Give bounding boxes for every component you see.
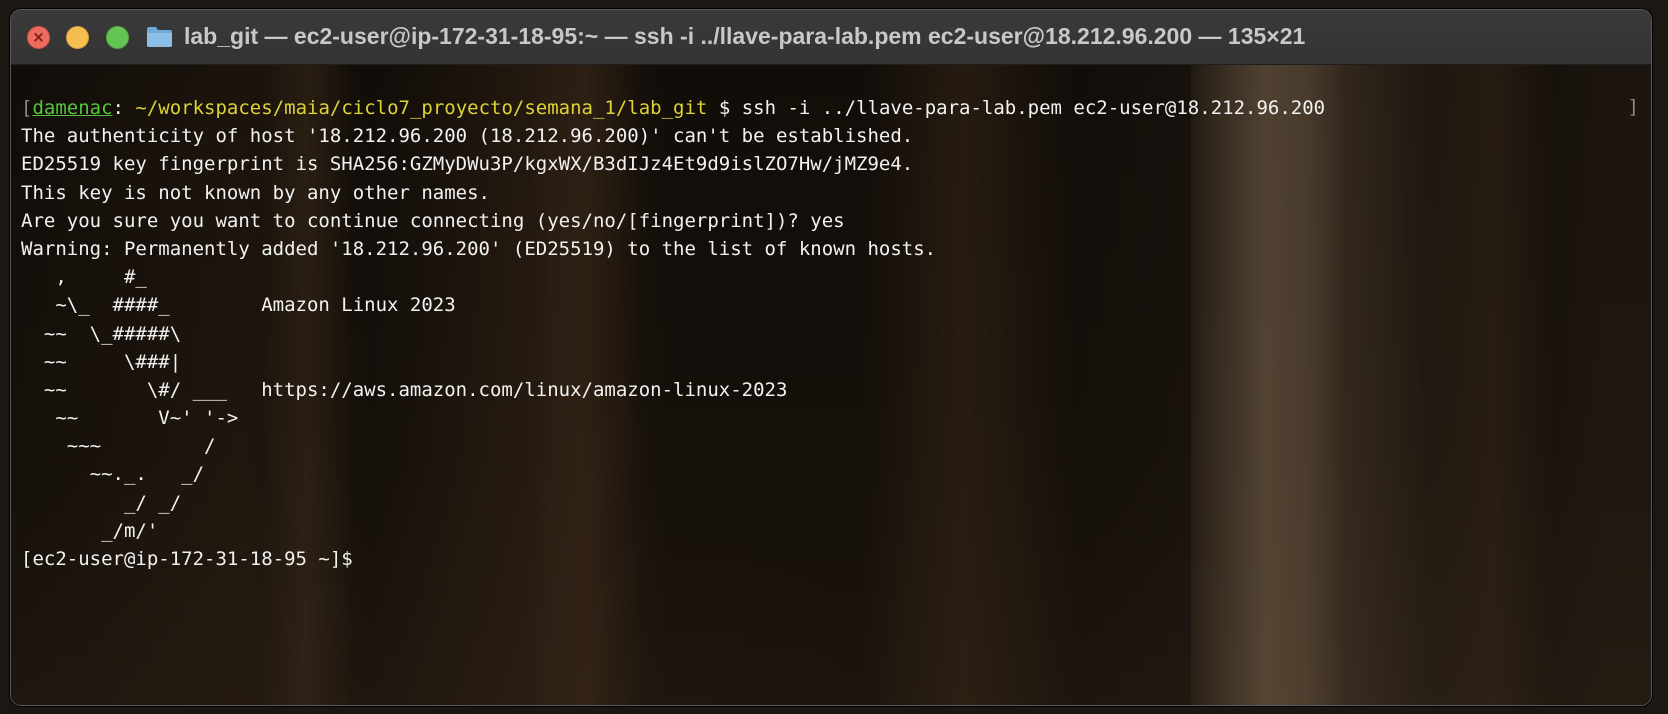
- minimize-button[interactable]: [66, 26, 89, 49]
- ascii-art-line: , #_: [21, 266, 147, 289]
- close-icon: ×: [32, 28, 45, 46]
- window-title: lab_git — ec2-user@ip-172-31-18-95:~ — s…: [184, 23, 1306, 49]
- prompt-open-bracket: [: [21, 97, 33, 119]
- output-line: This key is not known by any other names…: [21, 181, 490, 204]
- prompt-colon: :: [112, 97, 136, 119]
- ascii-art-line: ~~ \_#####\: [21, 322, 182, 345]
- ascii-art-line: ~~~ /: [21, 435, 216, 458]
- close-button[interactable]: ×: [27, 26, 50, 49]
- maximize-button[interactable]: [106, 26, 129, 49]
- prompt-close-bracket: ]: [1627, 96, 1639, 118]
- prompt-line: [damenac: ~/workspaces/maia/ciclo7_proye…: [21, 94, 1641, 122]
- remote-prompt-line[interactable]: [ec2-user@ip-172-31-18-95 ~]$: [21, 545, 1641, 573]
- ascii-art-line: ~\_ ####_ Amazon Linux 2023: [21, 294, 456, 317]
- output-line: The authenticity of host '18.212.96.200 …: [21, 125, 914, 148]
- ascii-art-line: ~~ \#/ ___ https://aws.amazon.com/linux/…: [21, 378, 788, 401]
- output-line: Are you sure you want to continue connec…: [21, 209, 845, 232]
- prompt-path: ~/workspaces/maia/ciclo7_proyecto/semana…: [135, 97, 708, 119]
- output-line: ED25519 key fingerprint is SHA256:GZMyDW…: [21, 153, 914, 176]
- prompt-command: $ ssh -i ../llave-para-lab.pem ec2-user@…: [707, 97, 1326, 119]
- prompt-user: damenac: [32, 97, 113, 119]
- terminal-viewport[interactable]: [damenac: ~/workspaces/maia/ciclo7_proye…: [11, 65, 1651, 705]
- ascii-art-line: _/m/': [21, 519, 159, 542]
- output-line: Warning: Permanently added '18.212.96.20…: [21, 237, 937, 260]
- ascii-art-line: ~~ \###|: [21, 350, 182, 373]
- terminal-window: × lab_git — ec2-user@ip-172-31-18-95:~ —…: [10, 9, 1652, 706]
- ascii-art-line: ~~ V~' '->: [21, 407, 239, 430]
- ascii-art-line: ~~._. _/: [21, 463, 205, 486]
- terminal-output[interactable]: [damenac: ~/workspaces/maia/ciclo7_proye…: [21, 94, 1641, 573]
- ascii-art-line: _/ _/: [21, 491, 182, 514]
- folder-icon: [147, 27, 172, 47]
- title-bar[interactable]: × lab_git — ec2-user@ip-172-31-18-95:~ —…: [11, 10, 1651, 65]
